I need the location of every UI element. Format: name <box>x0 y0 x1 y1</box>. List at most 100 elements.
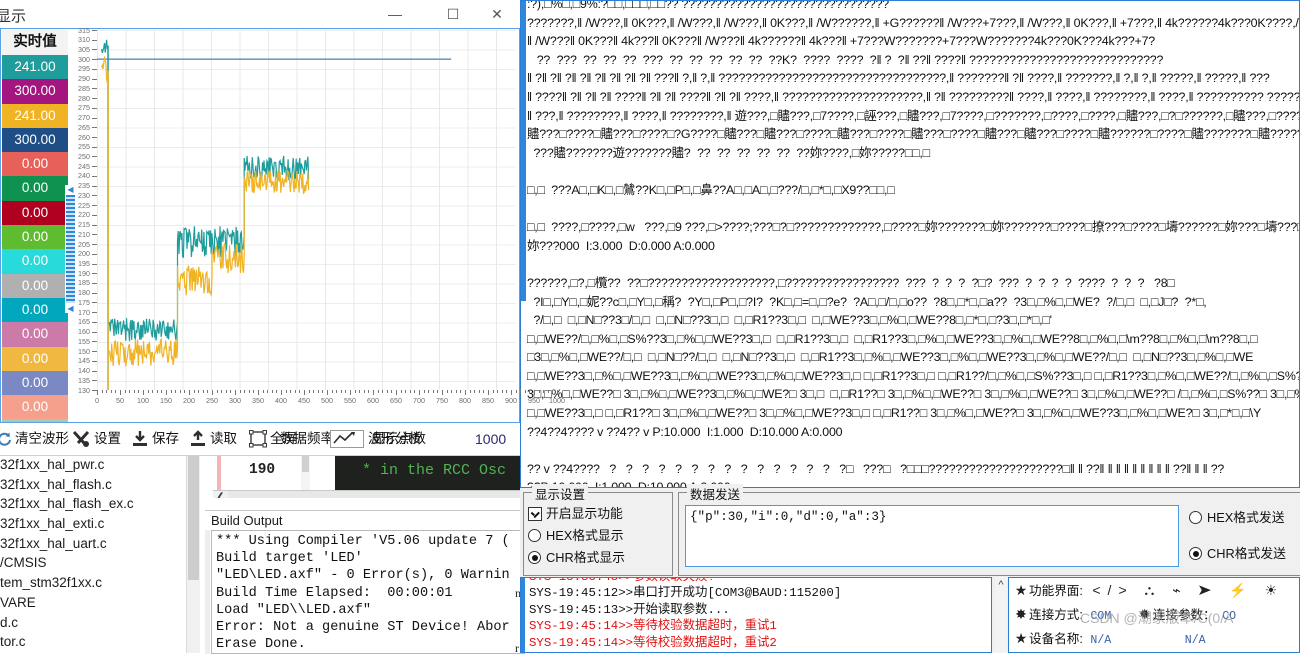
y-axis-tick-label: 160 <box>78 327 90 337</box>
build-output-body[interactable]: *** Using Compiler 'V5.06 update 7 ( Bui… <box>211 530 525 654</box>
interface-icons[interactable]: </> ⛬ ⌁ ➤ ⚡ ☀ <box>1092 578 1284 602</box>
legend-item[interactable]: 0.00 <box>2 273 68 298</box>
log-line: SYS-19:45:14>>等待校验数据超时，重试1 <box>529 619 777 634</box>
maximize-button[interactable]: ☐ <box>430 0 476 28</box>
x-axis-tick <box>373 390 374 395</box>
legend-item[interactable]: 0.00 <box>2 200 68 226</box>
x-axis-minor-tick <box>414 390 416 393</box>
file-list-scrollbar[interactable] <box>186 455 200 653</box>
x-axis-minor-tick <box>276 390 278 393</box>
info-scroll-up[interactable]: ^ <box>995 577 1007 653</box>
x-axis: 0 50 100 150 200 250 300 350 400 450 500 550 600 650 7… <box>95 390 565 412</box>
legend-item[interactable]: 0.00 <box>2 152 68 177</box>
option-enable-display[interactable]: 开启显示功能 <box>524 503 672 525</box>
editor-code-line: * in the RCC Osc <box>335 462 507 479</box>
option-chr-display[interactable]: CHR格式显示 <box>524 547 672 569</box>
file-list-item[interactable]: 32f1xx_hal_exti.c <box>0 514 200 534</box>
legend-item[interactable]: 0.00 <box>2 346 68 371</box>
file-list-item[interactable]: 32f1xx_hal_flash_ex.c <box>0 494 200 514</box>
legend-item[interactable]: 300.00 <box>2 127 68 153</box>
file-list-item[interactable]: /CMSIS <box>0 553 200 573</box>
toolbar-label: 清空波形 <box>15 431 69 446</box>
legend-item[interactable]: 0.00 <box>2 176 68 201</box>
chart-body: 实时值 241.00 300.00 241.00 300.00 0.00 0.00 0.00… <box>0 26 565 441</box>
send-data-input[interactable]: {"p":30,"i":0,"d":0,"a":3} <box>685 505 1179 567</box>
x-axis-minor-tick <box>552 390 554 393</box>
x-axis-minor-tick <box>428 390 430 393</box>
minimize-button[interactable]: — <box>372 0 418 28</box>
serial-receive-text: :?),□%□,□9%:?□□,□□□,□□?? ???????????????… <box>527 0 1300 488</box>
x-axis-tick <box>327 390 328 395</box>
points-count-value[interactable]: 1000 <box>475 427 506 451</box>
toolbar-save[interactable]: 保存 <box>130 427 179 451</box>
log-left-accent <box>521 578 525 652</box>
y-axis-tick-label: 200 <box>78 249 90 259</box>
plot-area[interactable] <box>97 30 516 390</box>
toolbar-load[interactable]: 读取 <box>188 427 237 451</box>
x-axis-minor-tick <box>377 390 379 393</box>
toolbar-analysis[interactable] <box>330 427 366 451</box>
scroll-left-icon[interactable]: ❮ <box>213 491 228 498</box>
system-log-panel[interactable]: SYS-18:38:45>>参数读取失败! SYS-19:45:12>>串口打开成… <box>520 577 992 653</box>
legend-item[interactable]: 0.00 <box>2 249 68 274</box>
legend-item[interactable]: 0.00 <box>2 225 68 250</box>
x-axis-minor-tick <box>299 390 301 393</box>
option-hex-send[interactable]: HEX格式发送 <box>1185 507 1297 529</box>
legend-items: 241.00 300.00 241.00 300.00 0.00 0.00 0.00 0.00… <box>2 55 68 422</box>
x-axis-minor-tick <box>179 390 181 393</box>
legend-item[interactable]: 241.00 <box>2 103 68 128</box>
serial-receive-area[interactable]: :?),□%□,□9%:?□□,□□□,□□?? ???????????????… <box>520 0 1300 488</box>
x-axis-minor-tick <box>294 390 296 393</box>
info-row-interface[interactable]: ★ 功能界面: </> ⛬ ⌁ ➤ ⚡ ☀ <box>1009 578 1299 602</box>
legend-item[interactable]: 0.00 <box>2 322 68 347</box>
legend-item[interactable]: 300.00 <box>2 79 68 104</box>
x-axis-minor-tick <box>170 390 172 393</box>
file-list-item[interactable]: d.c <box>0 613 200 633</box>
file-list-item[interactable]: 32f1xx_hal_pwr.c <box>0 455 200 475</box>
close-button[interactable]: ✕ <box>474 0 520 28</box>
legend-item[interactable]: 0.00 <box>2 297 68 323</box>
radio-icon[interactable] <box>528 551 541 564</box>
legend-item[interactable]: 0.00 <box>2 395 68 420</box>
file-list-item[interactable]: VARE <box>0 593 200 613</box>
legend-item[interactable]: 0.00 <box>2 419 68 422</box>
legend-item[interactable]: 0.00 <box>2 370 68 396</box>
chart-vertical-scrollbar[interactable]: ◀ ◀ <box>65 185 76 313</box>
x-axis-minor-tick <box>501 390 503 393</box>
x-axis-minor-tick <box>290 390 292 393</box>
x-axis-minor-tick <box>409 390 411 393</box>
x-axis-minor-tick <box>138 390 140 393</box>
radio-icon[interactable] <box>1189 511 1202 524</box>
file-list-item[interactable]: tor.c <box>0 632 200 652</box>
toolbar-clear-waveform[interactable]: 清空波形 <box>0 427 69 451</box>
scroll-down-icon[interactable]: ◀ <box>66 304 75 313</box>
file-list-scroll-thumb[interactable] <box>188 455 199 580</box>
radio-icon[interactable] <box>1189 547 1202 560</box>
legend-item[interactable]: 241.00 <box>2 55 68 80</box>
x-axis-minor-tick <box>106 390 108 393</box>
x-axis-minor-tick <box>492 390 494 393</box>
toolbar-settings[interactable]: 设置 <box>72 427 121 451</box>
file-list-item[interactable]: tem_stm32f1xx.c <box>0 573 200 593</box>
toolbar-label: 读取 <box>210 431 237 446</box>
checkbox-icon[interactable] <box>528 507 542 521</box>
option-chr-send[interactable]: CHR格式发送 <box>1185 543 1297 565</box>
scroll-up-icon[interactable]: ◀ <box>66 185 75 194</box>
radio-icon[interactable] <box>528 529 541 542</box>
toolbar-display-points[interactable]: 显示点数 <box>372 427 426 451</box>
vertical-scroll-thumb[interactable] <box>66 195 75 303</box>
file-list-item[interactable]: 32f1xx_hal_flash.c <box>0 475 200 495</box>
x-axis-tick <box>534 390 535 395</box>
wrench-icon <box>72 431 90 448</box>
x-axis-minor-tick <box>147 390 149 393</box>
project-file-list[interactable]: 32f1xx_hal_pwr.c 32f1xx_hal_flash.c 32f1xx… <box>0 455 200 653</box>
x-axis-tick <box>212 390 213 395</box>
info-label: 设备名称: <box>1029 632 1083 646</box>
legend-header: 实时值 <box>2 30 68 55</box>
x-axis-minor-tick <box>483 390 485 393</box>
file-list-item[interactable]: 32f1xx_hal_uart.c <box>0 534 200 554</box>
display-settings-label: 显示设置 <box>532 484 589 503</box>
option-hex-display[interactable]: HEX格式显示 <box>524 525 672 547</box>
editor-horizontal-scrollbar[interactable]: ❮ <box>213 490 520 498</box>
option-label: HEX格式显示 <box>546 528 624 543</box>
